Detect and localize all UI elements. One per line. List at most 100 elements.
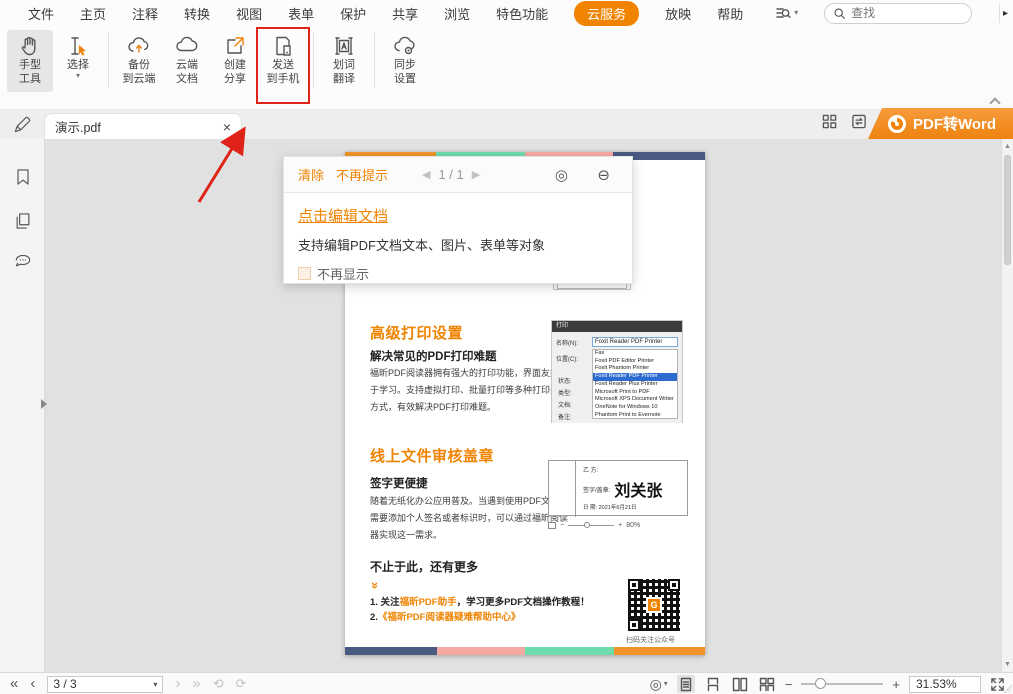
menu-cloud-service-active[interactable]: 云服务 [574, 1, 639, 26]
last-page-button[interactable]: » [192, 674, 200, 694]
next-page-button[interactable]: › [175, 674, 180, 694]
section4-heading: 不止于此，还有更多 [370, 558, 478, 575]
single-page-view-button[interactable] [677, 675, 695, 693]
send-to-phone-button[interactable]: 发送 到手机 [260, 30, 306, 92]
caret-down-icon: ▾ [794, 9, 798, 17]
zoom-slider[interactable] [801, 683, 883, 685]
pdf-to-word-label: PDF转Word [913, 113, 996, 134]
toolbar-collapse-strip [0, 94, 1013, 110]
zoom-value-field[interactable]: 31.53% [909, 676, 981, 693]
pages-panel-icon[interactable] [13, 211, 33, 231]
facing-continuous-view-button[interactable] [758, 675, 776, 693]
search-settings-icon [775, 5, 791, 21]
cloud-upload-icon [126, 30, 152, 58]
pen-icon [12, 115, 32, 135]
menu-form[interactable]: 表单 [288, 4, 314, 23]
scroll-up-icon[interactable]: ▲ [1004, 143, 1011, 150]
section3-subheading: 签字更便捷 [370, 475, 428, 491]
hand-tool-button[interactable]: 手型 工具 [7, 30, 53, 92]
cloud-doc-label-1: 云端 [176, 58, 198, 72]
annotate-pen-button[interactable] [8, 112, 36, 137]
previous-page-button[interactable]: ‹ [30, 674, 35, 694]
menu-features[interactable]: 特色功能 [496, 4, 548, 23]
word-translate-button[interactable]: 划词 翻译 [321, 30, 367, 92]
tab-grid-icon[interactable] [822, 114, 837, 129]
popup-settings-icon[interactable]: ◎ [555, 166, 568, 184]
translate-label-2: 翻译 [333, 72, 355, 86]
tabbar-right-tools [822, 114, 867, 129]
qr-code: G [628, 579, 680, 631]
cloud-doc-label-2: 文档 [176, 72, 198, 86]
menu-convert[interactable]: 转换 [184, 4, 210, 23]
share-label-1: 创建 [224, 58, 246, 72]
zoom-in-button[interactable]: + [892, 677, 900, 692]
menu-comment[interactable]: 注释 [132, 4, 158, 23]
backup-to-cloud-button[interactable]: 备份 到云端 [116, 30, 162, 92]
collapse-toolbar-icon[interactable] [989, 97, 1000, 108]
share-icon [223, 30, 247, 58]
pager-count: 1 / 1 [438, 167, 463, 182]
dont-show-label: 不再显示 [317, 264, 369, 283]
toolbar-separator [108, 32, 109, 88]
more-item-1: 1. 关注福昕PDF助手，学习更多PDF文档操作教程！ [370, 594, 590, 608]
double-chevron-down-icon: » [368, 582, 383, 589]
find-input[interactable] [851, 6, 951, 20]
sync-settings-button[interactable]: 同步 设置 [382, 30, 428, 92]
section3-heading: 线上文件审核盖章 [370, 445, 494, 466]
facing-view-button[interactable] [731, 675, 749, 693]
zoom-slider-knob[interactable] [815, 678, 826, 689]
menu-slideshow[interactable]: 放映 [665, 4, 691, 23]
hand-icon [18, 30, 42, 58]
menu-file[interactable]: 文件 [28, 4, 54, 23]
search-icon [833, 7, 846, 20]
menu-help[interactable]: 帮助 [717, 4, 743, 23]
find-searchbox[interactable] [824, 3, 972, 24]
page-number-dropdown[interactable]: 3 / 3 ▾ [47, 676, 163, 693]
next-view-button[interactable]: ⟳ [236, 676, 247, 692]
expand-panel-arrow[interactable] [41, 399, 47, 409]
dont-show-checkbox[interactable] [298, 267, 311, 280]
sync-label-1: 同步 [394, 58, 416, 72]
create-share-button[interactable]: 创建 分享 [212, 30, 258, 92]
menubar: 文件 主页 注释 转换 视图 表单 保护 共享 浏览 特色功能 云服务 放映 帮… [0, 0, 1013, 26]
popup-clear-button[interactable]: 清除 [298, 165, 324, 184]
menu-home[interactable]: 主页 [80, 4, 106, 23]
menu-share[interactable]: 共享 [392, 4, 418, 23]
fullscreen-button[interactable] [990, 677, 1005, 692]
backup-label-2: 到云端 [123, 72, 156, 86]
section2-body: 福昕PDF阅读器拥有强大的打印功能，界面友好易 于学习。支持虚拟打印、批量打印等… [370, 365, 568, 416]
previous-view-button[interactable]: ⟲ [213, 676, 224, 692]
vertical-scrollbar[interactable]: ▲ ▼ [1001, 139, 1013, 672]
resize-grip[interactable] [1004, 685, 1012, 693]
page-bottom-color-bar [345, 647, 705, 655]
pdf-to-word-button[interactable]: PDF转Word [868, 108, 1013, 139]
menu-browse[interactable]: 浏览 [444, 4, 470, 23]
bookmarks-panel-icon[interactable] [13, 167, 33, 187]
foxit-reader-window: 文件 主页 注释 转换 视图 表单 保护 共享 浏览 特色功能 云服务 放映 帮… [0, 0, 1013, 694]
cloud-icon [174, 30, 200, 58]
popup-minimize-icon[interactable]: ⊖ [597, 166, 610, 184]
menubar-overflow-button[interactable]: ▸ [999, 3, 1011, 23]
menu-view[interactable]: 视图 [236, 4, 262, 23]
scrollbar-thumb[interactable] [1004, 155, 1011, 265]
continuous-view-button[interactable] [704, 675, 722, 693]
cloud-documents-button[interactable]: 云端 文档 [164, 30, 210, 92]
more-item-2: 2.《福昕PDF阅读器疑难帮助中心》 [370, 609, 520, 623]
view-options-button[interactable]: ◎ ▾ [650, 676, 668, 693]
popup-description: 支持编辑PDF文档文本、图片、表单等对象 [298, 235, 618, 254]
tab-switch-icon[interactable] [851, 114, 867, 129]
popup-dismiss-button[interactable]: 不再提示 [336, 165, 388, 184]
zoom-out-button[interactable]: − [785, 677, 793, 692]
first-page-button[interactable]: « [10, 674, 18, 694]
search-options-button[interactable]: ▾ [775, 5, 798, 21]
scroll-down-icon[interactable]: ▼ [1004, 661, 1011, 668]
menu-protect[interactable]: 保护 [340, 4, 366, 23]
select-tool-button[interactable]: 选择 ▾ [55, 30, 101, 92]
select-label: 选择 [67, 58, 89, 72]
edit-document-link[interactable]: 点击编辑文档 [298, 205, 388, 226]
comments-panel-icon[interactable] [13, 255, 33, 275]
pager-next-icon[interactable]: ▶ [472, 168, 480, 181]
pager-prev-icon[interactable]: ◀ [422, 168, 430, 181]
section3-body: 随着无纸化办公应用普及。当遇到使用PDF文档中 需要添加个人签名或者标识时，可以… [370, 493, 568, 544]
caret-down-icon: ▾ [664, 680, 668, 688]
